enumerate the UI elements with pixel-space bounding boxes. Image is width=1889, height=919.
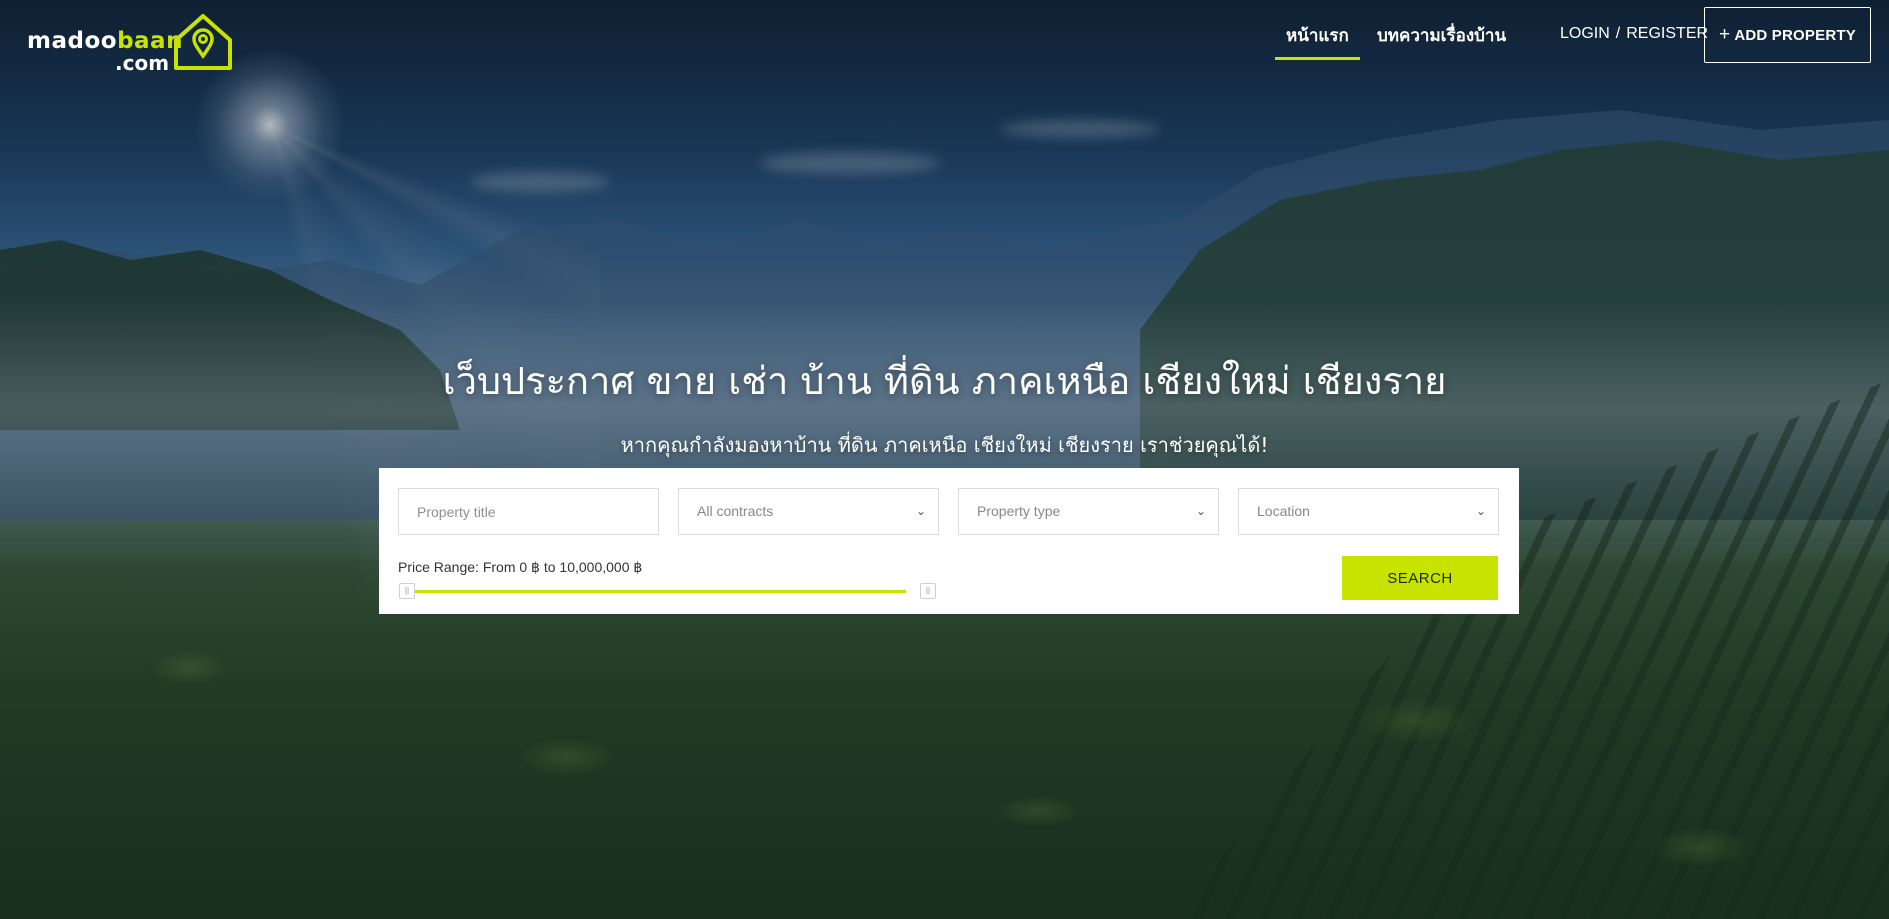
contract-select[interactable]: All contracts ⌄ bbox=[678, 488, 939, 535]
chevron-down-icon: ⌄ bbox=[915, 504, 926, 518]
nav-articles[interactable]: บทความเรื่องบ้าน bbox=[1377, 22, 1506, 49]
chevron-down-icon: ⌄ bbox=[1195, 504, 1206, 518]
house-pin-icon bbox=[174, 14, 232, 70]
logo-text-domain: .com bbox=[115, 51, 170, 75]
location-select[interactable]: Location ⌄ bbox=[1238, 488, 1499, 535]
logo-wordmark: madoobaan bbox=[27, 30, 183, 53]
price-max-handle[interactable]: || bbox=[920, 583, 936, 599]
price-range-track[interactable] bbox=[406, 590, 906, 593]
contract-select-value: All contracts bbox=[697, 503, 774, 519]
logo[interactable]: madoobaan .com bbox=[27, 12, 237, 74]
login-register: LOGIN / REGISTER bbox=[1560, 25, 1708, 43]
login-separator: / bbox=[1615, 25, 1621, 42]
price-range-label: Price Range: From 0 ฿ to 10,000,000 ฿ bbox=[398, 559, 643, 575]
hero-subtitle: หากคุณกำลังมองหาบ้าน ที่ดิน ภาคเหนือ เชี… bbox=[620, 433, 1269, 457]
add-property-button[interactable]: + ADD PROPERTY bbox=[1704, 7, 1871, 63]
add-property-label: ADD PROPERTY bbox=[1734, 26, 1856, 44]
chevron-down-icon: ⌄ bbox=[1475, 504, 1486, 518]
search-button[interactable]: SEARCH bbox=[1342, 556, 1498, 600]
plus-icon: + bbox=[1719, 24, 1731, 45]
price-min-handle[interactable]: || bbox=[399, 583, 415, 599]
property-type-select-value: Property type bbox=[977, 503, 1061, 519]
nav-home[interactable]: หน้าแรก bbox=[1275, 22, 1360, 60]
site-header: madoobaan .com หน้าแรก บทความเรื่องบ้าน … bbox=[0, 0, 1889, 80]
login-link[interactable]: LOGIN bbox=[1560, 25, 1610, 42]
logo-text-main: madoo bbox=[27, 28, 118, 54]
property-type-select[interactable]: Property type ⌄ bbox=[958, 488, 1219, 535]
register-link[interactable]: REGISTER bbox=[1626, 25, 1708, 42]
property-title-field[interactable] bbox=[398, 488, 659, 535]
location-select-value: Location bbox=[1257, 503, 1310, 519]
property-title-input[interactable] bbox=[417, 489, 658, 534]
hero-title: เว็บประกาศ ขาย เช่า บ้าน ที่ดิน ภาคเหนือ… bbox=[442, 359, 1447, 403]
search-panel: All contracts ⌄ Property type ⌄ Location… bbox=[379, 468, 1519, 614]
